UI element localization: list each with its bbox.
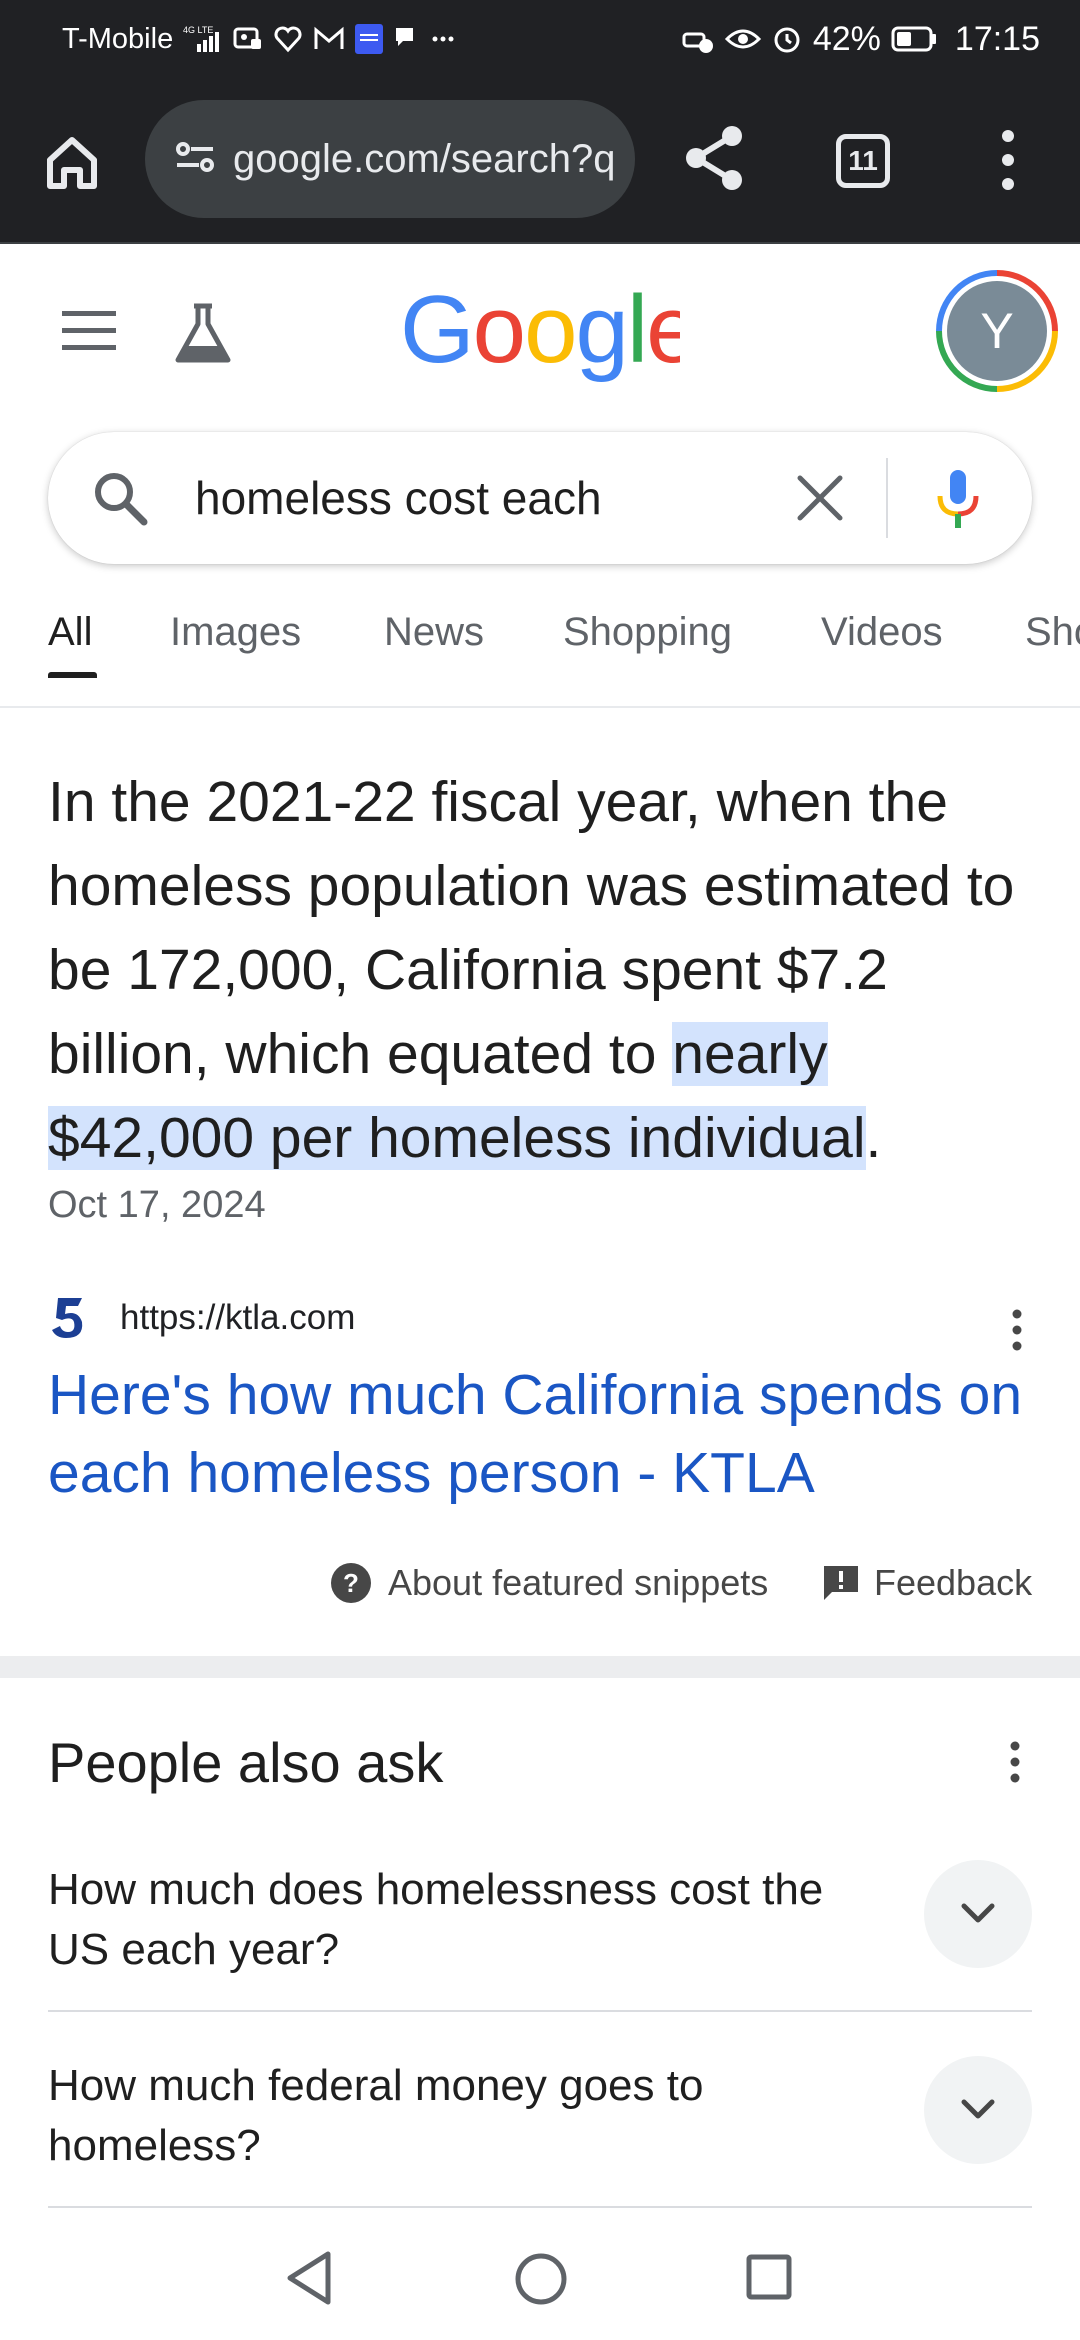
status-bar: T-Mobile 4G LTE 42% 17:15 (0, 0, 1080, 78)
recents-icon[interactable] (746, 2254, 792, 2300)
svg-text:Google: Google (400, 286, 680, 383)
feedback-link[interactable]: Feedback (874, 1562, 1032, 1604)
ktla-logo-icon (48, 1294, 90, 1342)
help-circle-icon[interactable]: ? (330, 1562, 372, 1604)
battery-percent: 42% (812, 19, 881, 58)
snippet-text-before: In the 2021-22 fiscal year, when the hom… (48, 770, 1015, 1086)
url-text: google.com/search?q (233, 136, 616, 181)
featured-snippet-text: In the 2021-22 fiscal year, when the hom… (48, 760, 1038, 1180)
tab-images[interactable]: Images (170, 610, 301, 690)
snippet-date: Oct 17, 2024 (48, 1184, 266, 1226)
search-icon (90, 468, 150, 528)
search-input[interactable] (193, 462, 813, 534)
paa-question-text: How much federal money goes to homeless? (48, 2061, 704, 2170)
labs-flask-icon[interactable] (172, 302, 234, 366)
gmail-icon (313, 26, 345, 52)
home-circle-icon[interactable] (514, 2252, 568, 2306)
overflow-menu-icon[interactable] (995, 128, 1021, 192)
avatar: Y (947, 281, 1047, 381)
tab-shopping[interactable]: Shopping (563, 610, 732, 690)
paa-question-item[interactable]: How much does homelessness cost the US e… (48, 1840, 1032, 2012)
svg-text:?: ? (343, 1568, 359, 1598)
feedback-icon[interactable] (822, 1564, 860, 1604)
tab-videos[interactable]: Videos (821, 610, 943, 690)
snippet-footer: ? About featured snippets Feedback (0, 1556, 1080, 1616)
status-left: T-Mobile 4G LTE (62, 23, 455, 56)
avatar-inner: Y (942, 276, 1052, 386)
site-settings-icon[interactable] (175, 140, 215, 179)
photo-icon (233, 25, 263, 53)
svg-text:4G LTE: 4G LTE (183, 25, 213, 35)
about-featured-snippets-link[interactable]: About featured snippets (388, 1562, 768, 1604)
news-icon (355, 24, 384, 54)
microphone-icon[interactable] (928, 466, 988, 532)
browser-toolbar: google.com/search?q 11 (0, 78, 1080, 244)
status-right: 42% 17:15 (681, 20, 1040, 59)
address-bar[interactable]: google.com/search?q (145, 100, 635, 218)
eye-icon (724, 26, 761, 52)
share-icon[interactable] (682, 122, 748, 194)
paa-question-item[interactable]: How much federal money goes to homeless? (48, 2012, 1032, 2208)
result-title-link[interactable]: Here's how much California spends on eac… (48, 1356, 1038, 1512)
search-box[interactable] (48, 432, 1032, 564)
clock: 17:15 (954, 19, 1040, 58)
google-header: Google Y (0, 244, 1080, 404)
source-row[interactable]: https://ktla.com (48, 1294, 1038, 1351)
result-title-text: Here's how much California spends on eac… (48, 1363, 1023, 1505)
car-icon (681, 24, 715, 54)
result-more-icon[interactable] (1008, 1308, 1026, 1358)
google-logo[interactable]: Google (400, 276, 700, 402)
tab-news[interactable]: News (384, 610, 484, 690)
home-icon[interactable] (40, 130, 104, 194)
source-url: https://ktla.com (120, 1298, 356, 1337)
tab-shorts[interactable]: Sho (1025, 610, 1080, 690)
active-tab-indicator (48, 672, 97, 678)
tab-all[interactable]: All (48, 610, 92, 690)
chevron-down-icon[interactable] (924, 2056, 1032, 2164)
search-tabs: All Images News Shopping Videos Sho (0, 600, 1080, 708)
alarm-icon (771, 23, 803, 55)
system-nav-bar (0, 2220, 1080, 2340)
paa-more-icon[interactable] (1006, 1740, 1024, 1790)
clear-icon[interactable] (790, 468, 850, 528)
heart-icon (273, 25, 303, 53)
signal-icon: 4G LTE (183, 24, 223, 54)
chat-icon (393, 25, 421, 53)
section-separator (0, 1656, 1080, 1678)
people-also-ask-title: People also ask (48, 1731, 444, 1794)
chevron-down-icon[interactable] (924, 1860, 1032, 1968)
tabs-icon[interactable]: 11 (836, 134, 890, 188)
paa-question-text: How much does homelessness cost the US e… (48, 1865, 824, 1974)
hamburger-menu-icon[interactable] (60, 309, 118, 353)
carrier-label: T-Mobile (62, 22, 174, 55)
more-dots-icon (431, 34, 455, 44)
search-divider (886, 458, 888, 538)
battery-icon (891, 26, 937, 52)
snippet-text-after: . (865, 1106, 882, 1170)
account-avatar-button[interactable]: Y (936, 270, 1058, 392)
back-icon[interactable] (284, 2250, 334, 2306)
